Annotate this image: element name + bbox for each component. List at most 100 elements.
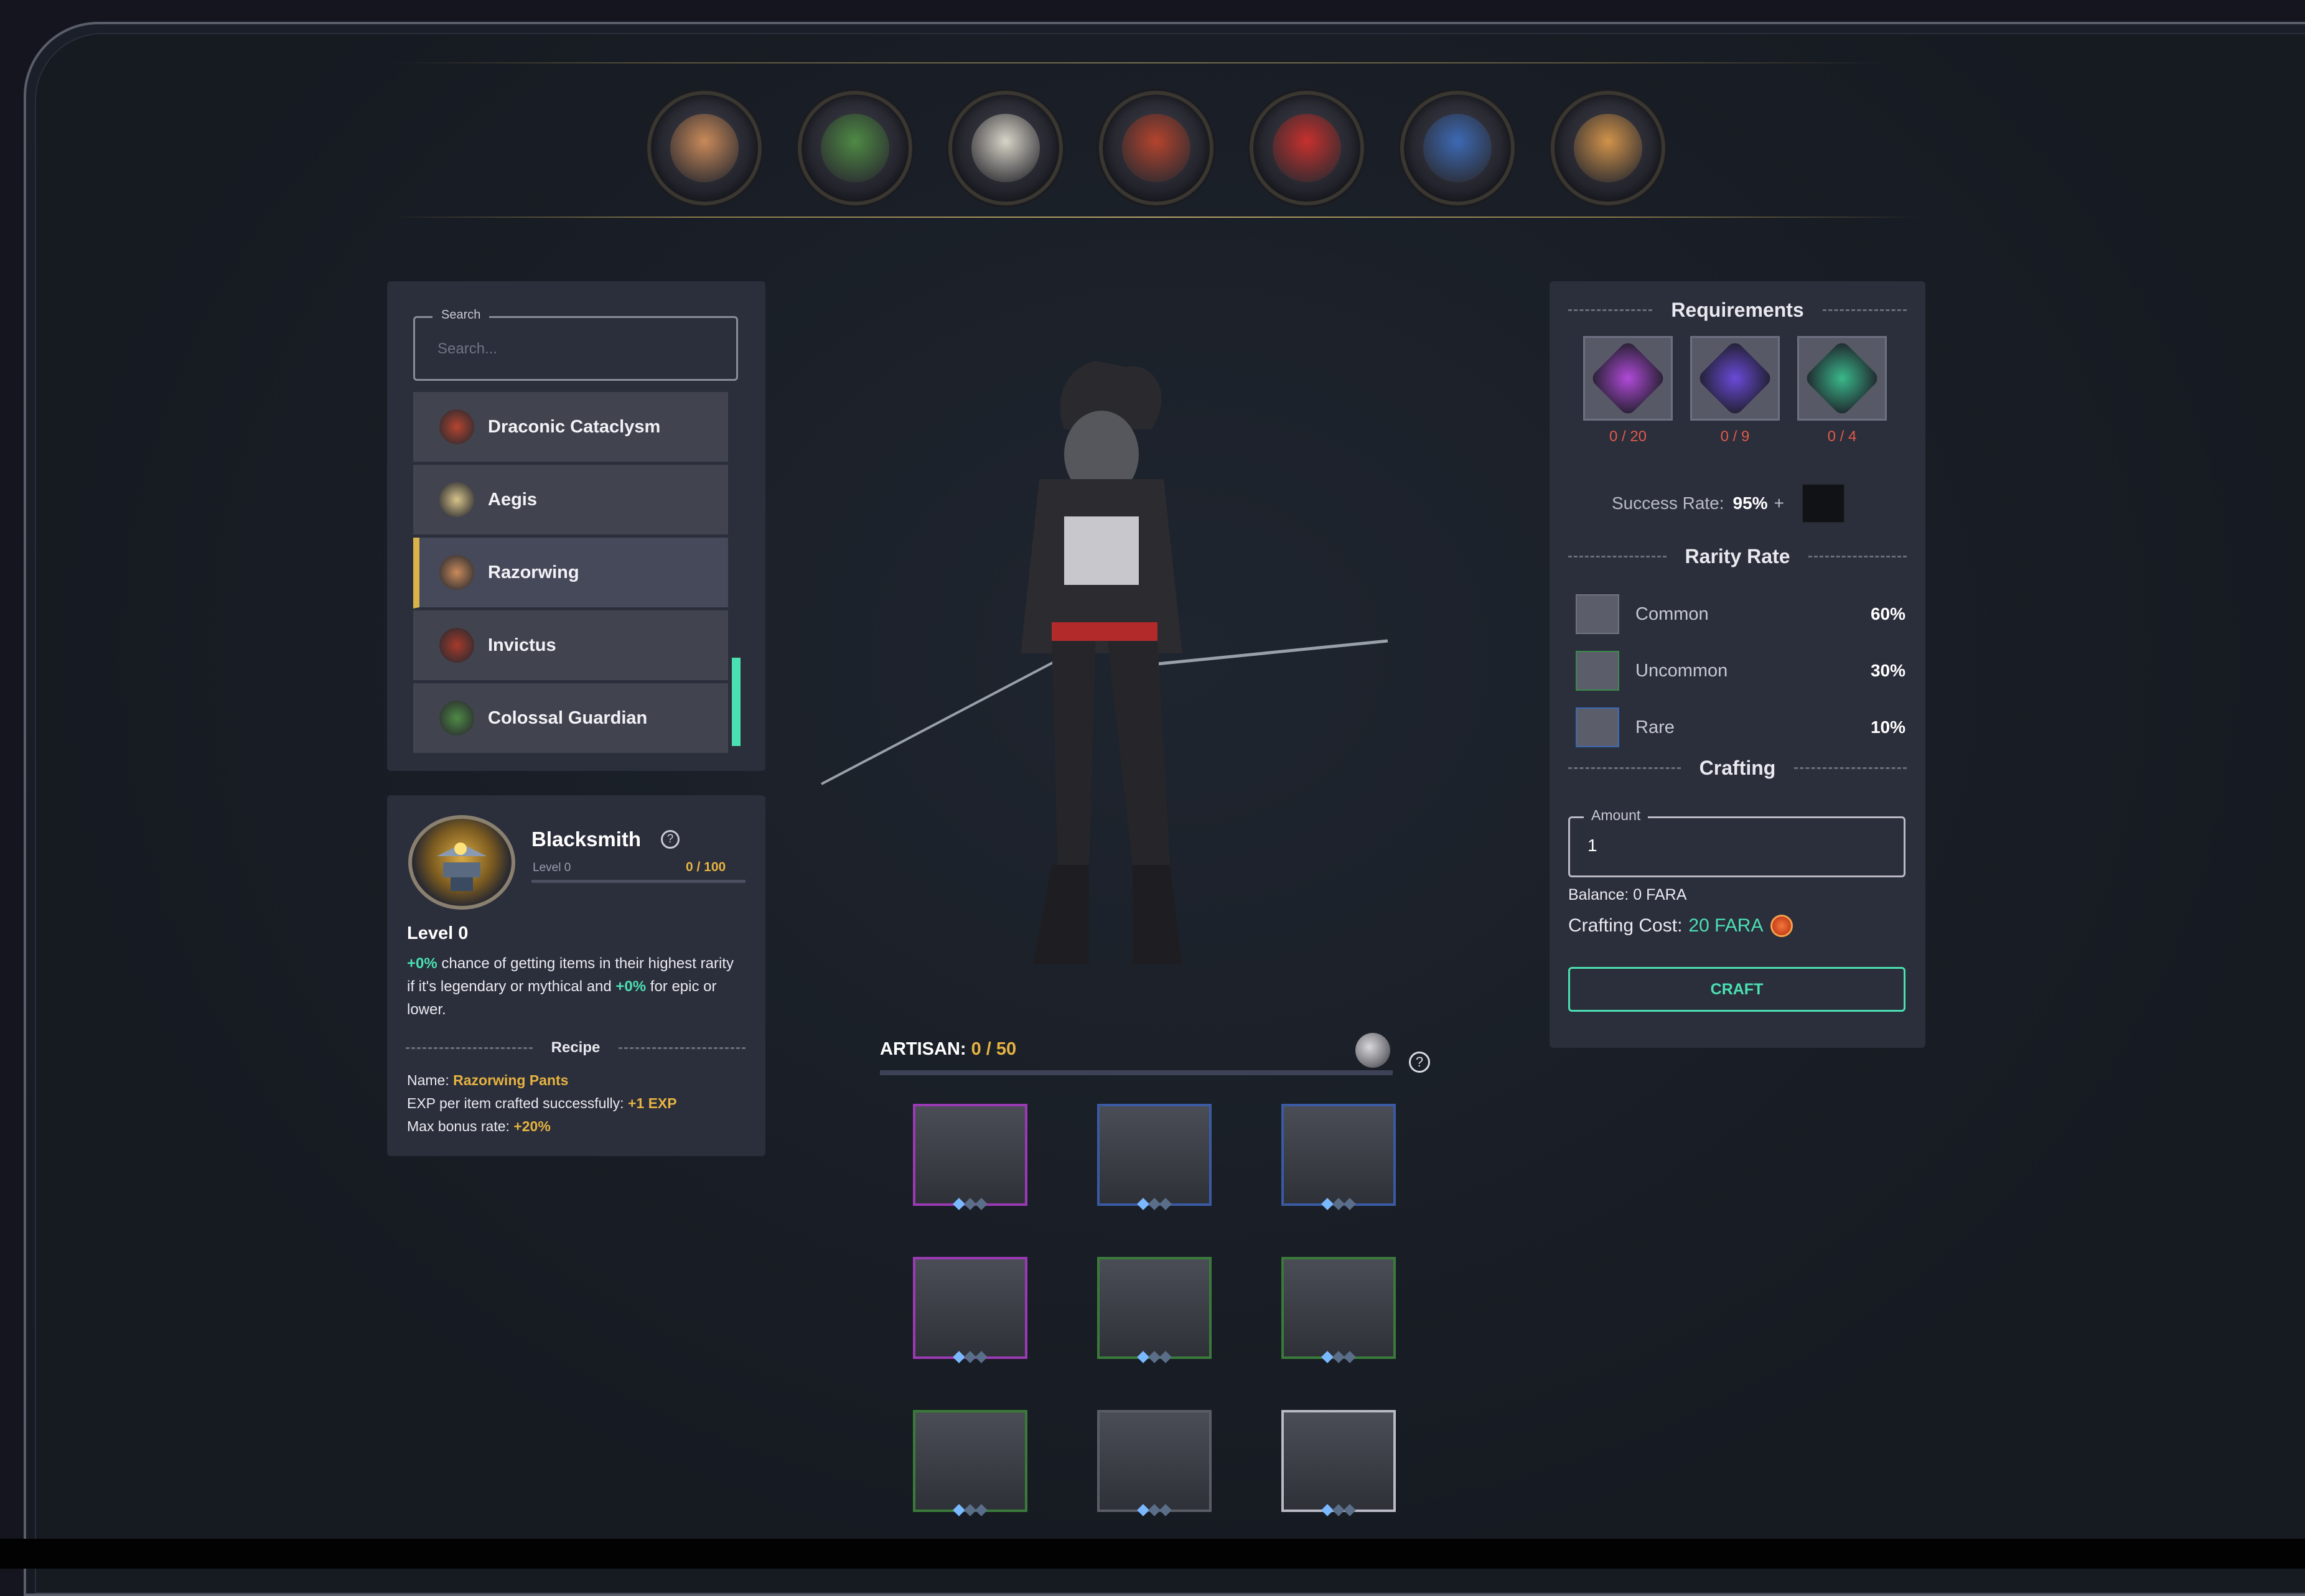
- amount-legend: Amount: [1584, 807, 1648, 824]
- requirement-item: 0 / 9: [1690, 336, 1780, 445]
- bonus-pct-2: +0%: [615, 978, 647, 995]
- rarity-gems: [1137, 1504, 1172, 1516]
- success-plus: +: [1774, 493, 1784, 513]
- selected-pants-item[interactable]: [1273, 1404, 1404, 1518]
- blacksmith-title: Blacksmith: [531, 828, 642, 851]
- rare-shield-item[interactable]: [1089, 1098, 1220, 1212]
- anvil-icon: [437, 842, 487, 891]
- hero-avatar-4[interactable]: [1099, 91, 1213, 205]
- rare-dagger-item[interactable]: [1273, 1098, 1404, 1212]
- hero-portrait-icon: [439, 409, 474, 444]
- gem-icon: [975, 1504, 988, 1516]
- scrollbar-thumb[interactable]: [732, 658, 741, 746]
- artisan-progress-bar: [880, 1070, 1393, 1075]
- pants-icon: [1576, 707, 1619, 747]
- left-boot: [1033, 865, 1089, 964]
- craft-button[interactable]: CRAFT: [1568, 967, 1905, 1012]
- gem-icon: [1137, 1351, 1149, 1363]
- recipe-label: Recipe: [551, 1039, 601, 1056]
- cost-label: Crafting Cost:: [1568, 915, 1683, 936]
- epic-crossbow-item[interactable]: [905, 1251, 1036, 1365]
- hero-portrait-icon: [439, 482, 474, 517]
- scrollbar-track[interactable]: [732, 392, 741, 754]
- success-rate: Success Rate: 95% +: [1612, 483, 1845, 523]
- rarity-name: Rare: [1635, 717, 1675, 737]
- rarity-gems: [1321, 1504, 1356, 1516]
- artisan-orb-icon[interactable]: [1355, 1033, 1390, 1068]
- recipe-divider: Recipe: [406, 1039, 746, 1057]
- blacksmith-avatar: [408, 815, 515, 910]
- item-thumbnail: [1097, 1410, 1212, 1512]
- recipe-details: Name: Razorwing Pants EXP per item craft…: [407, 1069, 677, 1138]
- amount-field[interactable]: Amount: [1568, 807, 1905, 877]
- divider-bottom: [386, 217, 1923, 218]
- hero-list-item[interactable]: Invictus: [413, 610, 728, 681]
- rapier-blade: [821, 652, 1071, 785]
- hero-portrait-icon: [971, 114, 1040, 182]
- hero-list-item[interactable]: Draconic Cataclysm: [413, 392, 728, 463]
- gem-icon: [1321, 1351, 1334, 1363]
- hero-portrait-icon: [821, 114, 889, 182]
- hero-list-label: Aegis: [488, 489, 537, 510]
- search-field[interactable]: Search: [413, 308, 738, 381]
- artisan-value: 0 / 50: [971, 1039, 1017, 1059]
- hero-portrait-icon: [670, 114, 739, 182]
- common-boots-item[interactable]: [1089, 1404, 1220, 1518]
- boost-slot[interactable]: [1801, 483, 1845, 523]
- hero-avatar-2[interactable]: [798, 91, 912, 205]
- search-input[interactable]: [437, 340, 711, 358]
- hero-avatar-3[interactable]: [948, 91, 1063, 205]
- requirements-title: Requirements: [1671, 299, 1804, 321]
- rarity-gems: [953, 1351, 988, 1363]
- uncommon-hat-item[interactable]: [1273, 1251, 1404, 1365]
- hero-avatar-5[interactable]: [1250, 91, 1364, 205]
- gem-icon: [1148, 1504, 1161, 1516]
- gem-icon: [1321, 1504, 1334, 1516]
- gem-icon: [953, 1351, 965, 1363]
- rarity-gems: [953, 1504, 988, 1516]
- item-thumbnail: [1097, 1104, 1212, 1206]
- character-preview: [821, 361, 1388, 964]
- crafting-title: Crafting: [1699, 757, 1776, 779]
- gem-icon: [953, 1198, 965, 1210]
- hero-avatar-1[interactable]: [647, 91, 762, 205]
- rarity-title: Rarity Rate: [1685, 545, 1790, 567]
- exp-progress-bar: [531, 880, 746, 883]
- gem-icon: [1137, 1504, 1149, 1516]
- level-description: +0% chance of getting items in their hig…: [407, 952, 743, 1021]
- requirement-item: 0 / 20: [1583, 336, 1673, 445]
- item-grid: [905, 1098, 1404, 1518]
- hero-avatar-6[interactable]: [1400, 91, 1515, 205]
- hero-list-label: Razorwing: [488, 562, 579, 582]
- help-icon[interactable]: ?: [661, 830, 680, 849]
- epic-axe-item[interactable]: [905, 1098, 1036, 1212]
- rarity-divider: Rarity Rate: [1568, 545, 1907, 568]
- amount-input[interactable]: [1587, 836, 1836, 856]
- rarity-gems: [1137, 1198, 1172, 1210]
- hero-list: Draconic Cataclysm Aegis Razorwing Invictus…: [413, 392, 749, 754]
- requirements-divider: Requirements: [1568, 299, 1907, 322]
- artisan-label-text: ARTISAN:: [880, 1039, 971, 1059]
- artisan-help-icon[interactable]: ?: [1409, 1052, 1430, 1073]
- exp-value: 0 / 100: [686, 860, 726, 874]
- hero-list-item[interactable]: Razorwing: [413, 538, 728, 609]
- gem-icon: [1321, 1198, 1334, 1210]
- rarity-name: Uncommon: [1635, 660, 1728, 681]
- uncommon-gloves-item[interactable]: [1089, 1251, 1220, 1365]
- hero-list-label: Colossal Guardian: [488, 707, 648, 728]
- uncommon-coat-item[interactable]: [905, 1404, 1036, 1518]
- hero-portrait-icon: [1122, 114, 1190, 182]
- rarity-pct: 60%: [1870, 604, 1905, 623]
- hero-portrait-icon: [439, 701, 474, 735]
- hero-list-item[interactable]: Aegis: [413, 465, 728, 536]
- item-thumbnail: [1281, 1257, 1396, 1359]
- hero-list-item[interactable]: Colossal Guardian: [413, 683, 728, 754]
- hero-avatar-7[interactable]: [1551, 91, 1665, 205]
- gem-icon: [1148, 1351, 1161, 1363]
- requirement-count: 0 / 20: [1609, 428, 1647, 445]
- item-thumbnail: [913, 1104, 1027, 1206]
- hero-list-panel: Search Draconic Cataclysm Aegis Razorwing I…: [387, 281, 765, 771]
- pants-icon: [1576, 594, 1619, 634]
- rarity-name: Common: [1635, 604, 1709, 624]
- fara-coin-icon: [1770, 915, 1793, 937]
